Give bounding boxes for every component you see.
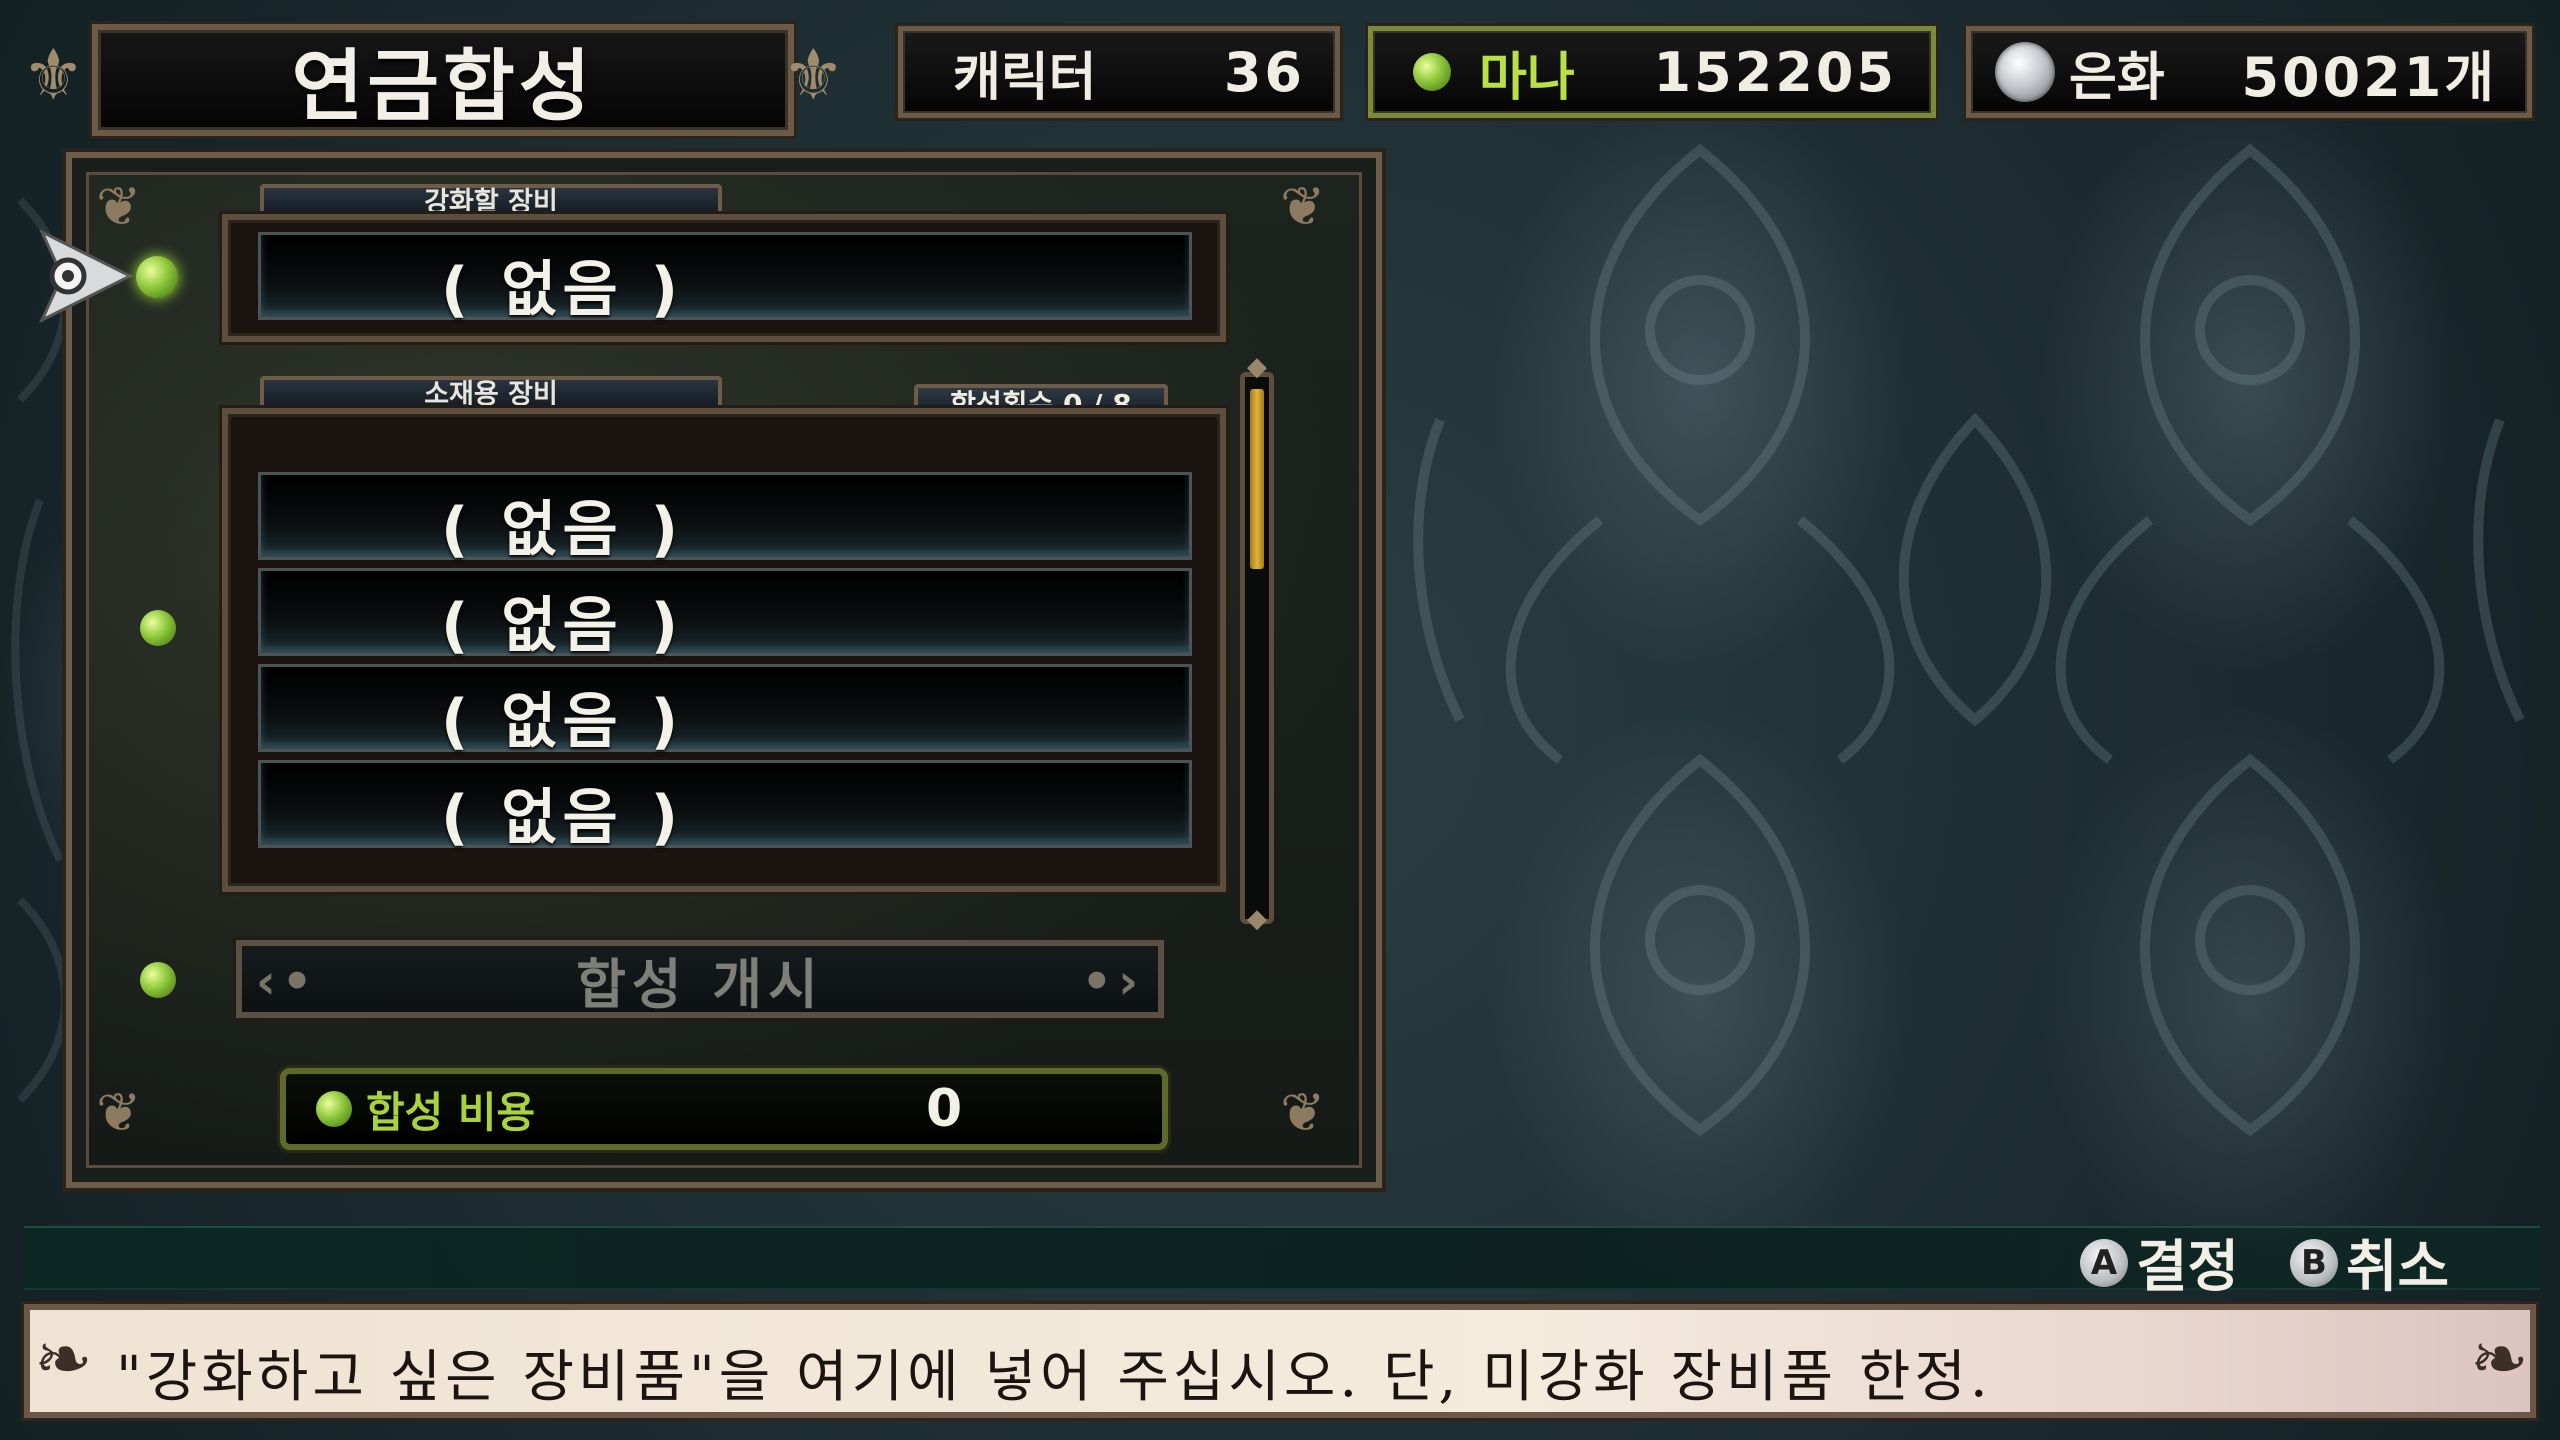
start-synthesis-button[interactable]: ‹• 합성 개시 •›	[236, 940, 1164, 1018]
title-left-flourish: ⚜	[22, 34, 85, 116]
synthesis-cost-value: 0	[926, 1079, 963, 1139]
character-label: 캐릭터	[953, 47, 1097, 108]
scroll-down-cap-icon: ◆	[1247, 904, 1267, 934]
material-slot-2[interactable]: ( 없음 )	[258, 568, 1192, 661]
silver-coin-icon	[1995, 42, 2055, 102]
message-left-ornament: ❧	[34, 1318, 97, 1400]
cancel-label: 취소	[2346, 1235, 2450, 1300]
mana-value: 152205	[1653, 40, 1897, 104]
material-slot-label: ( 없음 )	[441, 495, 685, 565]
mana-plate: 마나 152205	[1368, 26, 1936, 118]
scroll-up-cap-icon: ◆	[1247, 352, 1267, 382]
character-value: 36	[1223, 40, 1305, 104]
corner-ornament-br: ❦	[1280, 1081, 1326, 1144]
green-orb-icon	[136, 256, 178, 298]
scrollbar-thumb[interactable]	[1250, 389, 1264, 569]
material-list-scrollbar[interactable]: ◆ ◆	[1240, 354, 1274, 932]
corner-ornament-tr: ❦	[1280, 175, 1326, 238]
material-slot-label: ( 없음 )	[441, 591, 685, 661]
confirm-button-hint[interactable]: A 결정	[2080, 1222, 2239, 1303]
green-orb-icon	[140, 610, 176, 646]
b-button-icon: B	[2290, 1238, 2338, 1287]
bracket-right-icon: •›	[1081, 954, 1144, 1010]
start-synthesis-label: 합성 개시	[576, 952, 824, 1016]
message-right-ornament: ❧	[2470, 1318, 2533, 1400]
corner-ornament-bl: ❦	[96, 1081, 142, 1144]
title-plate: 연금합성	[92, 24, 794, 136]
bracket-left-icon: ‹•	[256, 954, 319, 1010]
help-message-text: "강화하고 싶은 장비품"을 여기에 넣어 주십시오. 단, 미강화 장비품 한…	[116, 1345, 1992, 1410]
silver-label: 은화	[2069, 47, 2165, 108]
enhance-equipment-slot[interactable]: ( 없음 )	[258, 232, 1192, 325]
mana-label: 마나	[1479, 47, 1575, 108]
material-slot-label: ( 없음 )	[441, 687, 685, 757]
a-button-icon: A	[2080, 1238, 2128, 1287]
cancel-button-hint[interactable]: B 취소	[2290, 1222, 2449, 1303]
material-slot-label: ( 없음 )	[441, 783, 685, 853]
synthesis-cost-label: 합성 비용	[366, 1087, 536, 1137]
material-slot-3[interactable]: ( 없음 )	[258, 664, 1192, 757]
silver-value: 50021개	[2241, 45, 2497, 109]
green-orb-icon	[316, 1091, 352, 1127]
mana-orb-icon	[1413, 53, 1451, 91]
character-count-plate: 캐릭터 36	[898, 26, 1340, 118]
help-message-bar: ❧ "강화하고 싶은 장비품"을 여기에 넣어 주십시오. 단, 미강화 장비품…	[24, 1304, 2536, 1418]
corner-ornament-tl: ❦	[96, 175, 142, 238]
title-right-flourish: ⚜	[782, 34, 845, 116]
selection-cursor-icon	[38, 228, 134, 324]
silver-plate: 은화 50021개	[1966, 26, 2532, 118]
synthesis-cost-bar: 합성 비용 0	[280, 1068, 1168, 1150]
page-title: 연금합성	[291, 42, 595, 132]
enhance-slot-label: ( 없음 )	[441, 255, 685, 325]
material-slot-1[interactable]: ( 없음 )	[258, 472, 1192, 565]
green-orb-icon	[140, 962, 176, 998]
material-slot-4[interactable]: ( 없음 )	[258, 760, 1192, 853]
confirm-label: 결정	[2136, 1235, 2240, 1300]
